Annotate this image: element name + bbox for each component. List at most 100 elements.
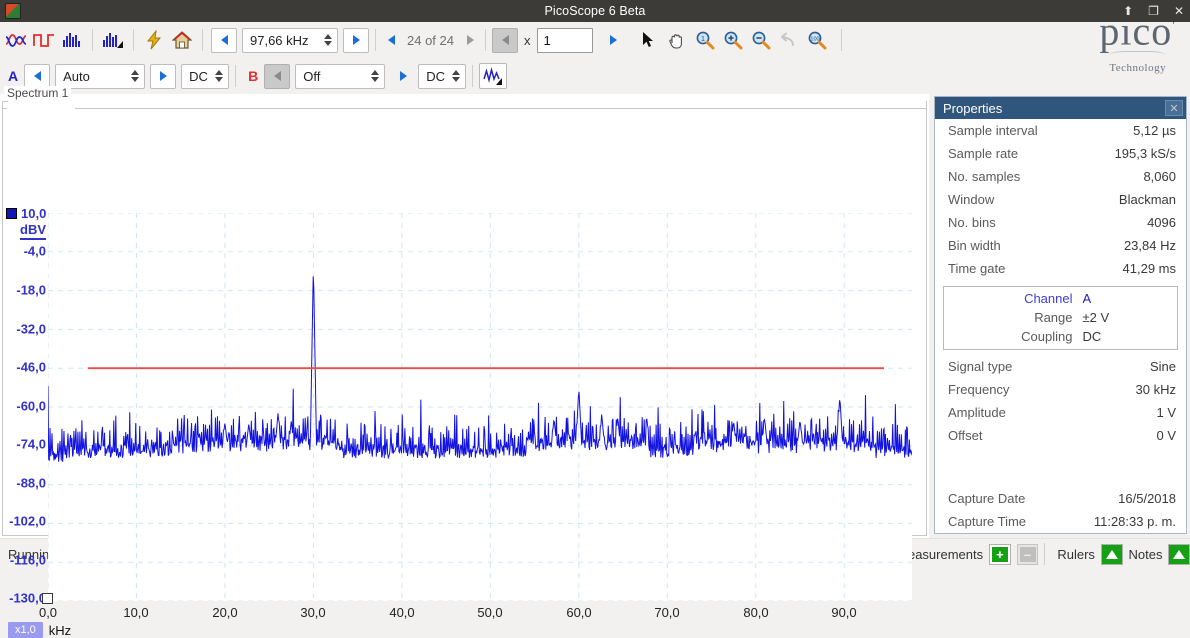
statusbar-separator (1044, 543, 1046, 565)
channel-a-label[interactable]: A (2, 68, 24, 84)
chevron-right-icon (159, 71, 167, 81)
properties-spacer (935, 447, 1186, 487)
toolbar-separator (202, 29, 203, 51)
channel-property-row: Range ±2 V (944, 308, 1177, 327)
zoom-select-icon[interactable]: 1 (691, 26, 719, 54)
property-row: Sample rate 195,3 kS/s (935, 142, 1186, 165)
rulers-label: Rulers (1057, 546, 1095, 562)
close-button[interactable]: ✕ (1174, 5, 1184, 17)
home-icon[interactable] (168, 26, 196, 54)
channel-a-coupling-spinner[interactable] (215, 70, 224, 82)
channel-a-range-prev-button[interactable] (24, 63, 51, 89)
chevron-left-icon (273, 71, 281, 81)
property-value: 16/5/2018 (1118, 491, 1176, 506)
y-axis-tick: -4,0 (23, 243, 46, 259)
channel-summary-box: Channel A Range ±2 V Coupling DC (943, 286, 1178, 350)
properties-panel: Properties ✕ Sample interval 5,12 µs Sampl… (934, 96, 1187, 534)
toolbar-separator (235, 65, 237, 87)
y-axis-tick: -32,0 (16, 321, 46, 337)
channel-a-range-spinner[interactable] (131, 70, 140, 82)
hand-pan-icon[interactable] (663, 26, 691, 54)
toolbar-separator (92, 29, 93, 51)
properties-close-button[interactable]: ✕ (1165, 100, 1183, 116)
x-axis-tick: 50,0 (477, 605, 503, 620)
zoom-level-input[interactable]: 1 (536, 27, 593, 53)
notes-toggle-button[interactable] (1168, 543, 1190, 565)
maximize-button[interactable]: ❐ (1148, 5, 1159, 17)
channel-a-range-combo[interactable]: Auto (55, 63, 146, 89)
sample-rate-combo[interactable]: 97,66 kHz (242, 27, 338, 53)
chevron-right-icon (352, 35, 360, 45)
x-axis-origin-handle[interactable] (42, 593, 53, 604)
channel-b-coupling-combo[interactable]: DC (418, 63, 467, 89)
chevron-left-icon (33, 71, 41, 81)
zoom-in-icon[interactable] (719, 26, 747, 54)
zoom-100-icon[interactable]: 100 (803, 26, 831, 54)
channel-b-label[interactable]: B (242, 68, 264, 84)
spectrum-options-icon[interactable] (99, 26, 127, 54)
property-key: Capture Date (948, 491, 1026, 506)
pointer-icon[interactable] (635, 26, 663, 54)
channel-b-range-spinner[interactable] (371, 70, 380, 82)
toolbar-separator (840, 29, 842, 51)
square-wave-icon[interactable] (30, 26, 58, 54)
properties-title: Properties (943, 100, 1003, 116)
math-channel-icon[interactable] (479, 63, 508, 89)
sample-rate-prev-button[interactable] (211, 27, 237, 53)
add-measurement-button[interactable]: + (989, 543, 1011, 565)
channel-b-range-combo[interactable]: Off (295, 63, 386, 89)
spectrum-mode-icon[interactable] (58, 26, 86, 54)
property-row: Frequency 30 kHz (935, 378, 1186, 401)
x-axis-multiplier-badge[interactable]: x1,0 (8, 622, 43, 638)
property-key: Frequency (948, 382, 1010, 397)
remove-measurement-button[interactable]: – (1016, 543, 1039, 565)
chevron-up-icon (1173, 549, 1186, 559)
channel-property-value: DC (1082, 329, 1102, 344)
x-axis-unit-label: kHz (48, 622, 72, 638)
y-axis-tick: -74,0 (16, 436, 46, 452)
property-row: Offset 0 V (935, 424, 1186, 447)
page-next-button[interactable] (461, 26, 479, 54)
property-row: Amplitude 1 V (935, 401, 1186, 424)
scope-mode-icon[interactable] (2, 26, 30, 54)
property-key: Bin width (948, 238, 1001, 253)
channel-b-range-prev-button[interactable] (264, 63, 291, 89)
minimize-to-top-button[interactable]: ⬆ (1123, 5, 1133, 17)
chevron-right-icon (466, 35, 474, 45)
property-value: 0 V (1156, 428, 1176, 443)
property-value: 1 V (1156, 405, 1176, 420)
toolbar-separator (472, 65, 474, 87)
channel-b-range-next-button[interactable] (390, 64, 416, 89)
channel-property-key: Channel (1024, 291, 1073, 306)
property-key: Time gate (948, 261, 1006, 276)
zoom-level-next-button[interactable] (601, 28, 627, 53)
property-value: 41,29 ms (1122, 261, 1176, 276)
channel-a-range-next-button[interactable] (150, 63, 177, 89)
spectrum-chart-panel[interactable]: Spectrum 1 10,0 dBV -4,0 -18,0 -32,0 -46… (0, 86, 929, 638)
page-prev-button[interactable] (382, 26, 400, 54)
lightning-icon[interactable] (140, 26, 168, 54)
channel-b-coupling-spinner[interactable] (452, 70, 461, 82)
property-value: 4096 (1147, 215, 1176, 230)
property-row: Signal type Sine (935, 355, 1186, 378)
zoom-level-prev-button[interactable] (492, 27, 518, 53)
channel-b-coupling-value: DC (426, 68, 446, 84)
minus-icon: – (1019, 546, 1036, 562)
capture-rows: Capture Date 16/5/2018 Capture Time 11:28:3… (935, 487, 1186, 533)
property-value: 11:28:33 p. m. (1093, 514, 1176, 529)
spectrum-trace (48, 276, 912, 462)
property-value: Sine (1149, 359, 1176, 374)
sample-rate-spinner[interactable] (324, 34, 332, 46)
pico-tagline: Technology (1109, 62, 1167, 75)
spectrum-plot[interactable] (48, 213, 912, 601)
notes-label: Notes (1128, 546, 1163, 562)
zoom-out-icon[interactable] (747, 26, 775, 54)
undo-zoom-icon[interactable] (775, 26, 803, 54)
property-key: Sample interval (948, 123, 1038, 138)
channel-a-coupling-combo[interactable]: DC (181, 63, 230, 89)
property-value: 195,3 kS/s (1114, 146, 1176, 161)
property-row: No. bins 4096 (935, 211, 1186, 234)
rulers-toggle-button[interactable] (1100, 543, 1123, 565)
sample-rate-next-button[interactable] (343, 27, 369, 53)
sample-rate-value: 97,66 kHz (250, 32, 309, 48)
